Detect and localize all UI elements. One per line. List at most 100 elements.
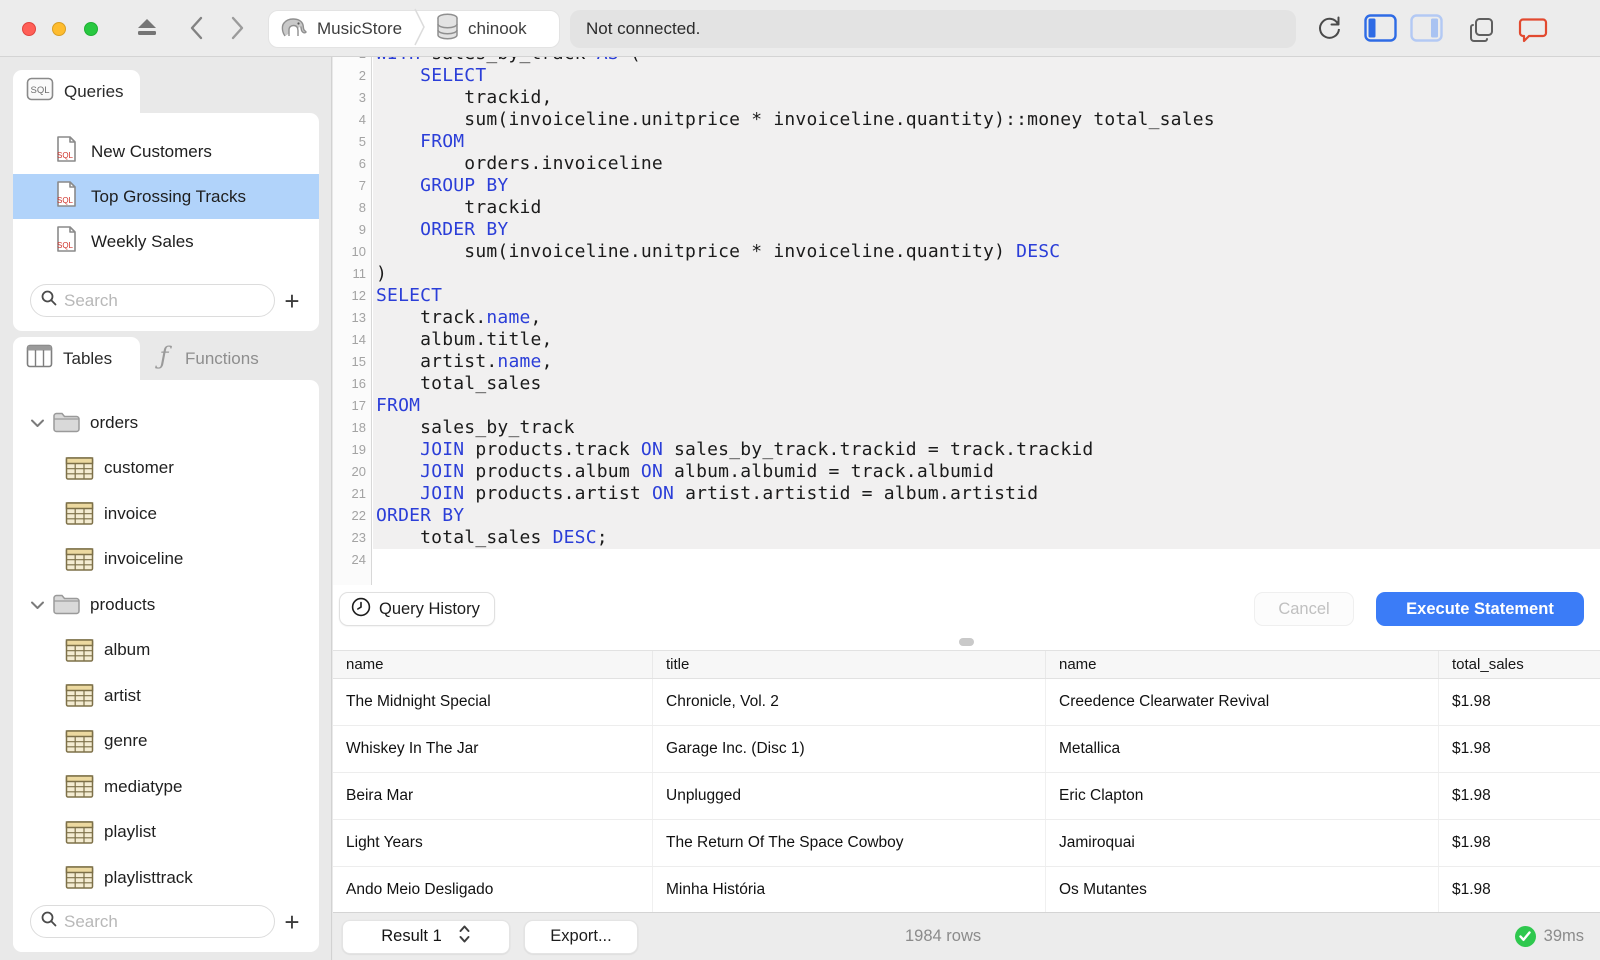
code-line[interactable]: 10 sum(invoiceline.unitprice * invoiceli…: [333, 241, 1600, 263]
results-cell[interactable]: Os Mutantes: [1046, 867, 1439, 912]
breadcrumb-server[interactable]: MusicStore: [279, 13, 402, 45]
code-line[interactable]: 2 SELECT: [333, 65, 1600, 87]
code-line[interactable]: 16 total_sales: [333, 373, 1600, 395]
queries-search-input[interactable]: [64, 290, 274, 311]
code-line[interactable]: 4 sum(invoiceline.unitprice * invoicelin…: [333, 109, 1600, 131]
functions-tab[interactable]: ƒ Functions: [140, 337, 295, 380]
results-cell[interactable]: Garage Inc. (Disc 1): [653, 726, 1046, 772]
add-query-button[interactable]: +: [275, 286, 309, 316]
results-column-header[interactable]: name: [333, 651, 653, 678]
code-line[interactable]: 20 JOIN products.album ON album.albumid …: [333, 461, 1600, 483]
results-cell[interactable]: Eric Clapton: [1046, 773, 1439, 819]
results-cell[interactable]: Unplugged: [653, 773, 1046, 819]
duplicate-window-button[interactable]: [1468, 16, 1496, 44]
results-cell[interactable]: The Midnight Special: [333, 679, 653, 725]
code-line[interactable]: 1 WITH sales_by_track AS (: [333, 57, 1600, 65]
results-row[interactable]: Beira Mar Unplugged Eric Clapton $1.98: [333, 773, 1600, 820]
tables-tab[interactable]: Tables: [13, 337, 140, 380]
tree-table-row[interactable]: album: [13, 628, 319, 674]
back-button[interactable]: [186, 14, 208, 42]
breadcrumb-database[interactable]: chinook: [435, 12, 527, 46]
results-column-header[interactable]: total_sales: [1439, 651, 1600, 678]
code-line[interactable]: 6 orders.invoiceline: [333, 153, 1600, 175]
results-cell[interactable]: $1.98: [1439, 867, 1600, 912]
tree-group-row[interactable]: orders: [13, 400, 319, 446]
code-line[interactable]: 7 GROUP BY: [333, 175, 1600, 197]
feedback-bubble-button[interactable]: [1518, 16, 1548, 44]
execute-statement-button[interactable]: Execute Statement: [1376, 592, 1584, 626]
results-row[interactable]: Ando Meio Desligado Minha História Os Muta…: [333, 867, 1600, 912]
code-line[interactable]: 18 sales_by_track: [333, 417, 1600, 439]
code-line[interactable]: 9 ORDER BY: [333, 219, 1600, 241]
splitter-handle[interactable]: [959, 637, 974, 646]
results-cell[interactable]: $1.98: [1439, 773, 1600, 819]
query-list-item[interactable]: SQL Top Grossing Tracks: [13, 174, 319, 219]
tree-table-row[interactable]: genre: [13, 719, 319, 765]
tables-search-field[interactable]: [30, 905, 275, 938]
results-column-header[interactable]: name: [1046, 651, 1439, 678]
code-line[interactable]: 19 JOIN products.track ON sales_by_track…: [333, 439, 1600, 461]
code-line[interactable]: 15 artist.name,: [333, 351, 1600, 373]
forward-button[interactable]: [226, 14, 248, 42]
code-line[interactable]: 5 FROM: [333, 131, 1600, 153]
results-splitter[interactable]: [333, 633, 1600, 650]
close-window-button[interactable]: [22, 22, 36, 36]
toggle-right-sidebar-button[interactable]: [1410, 14, 1443, 42]
code-line[interactable]: 17 FROM: [333, 395, 1600, 417]
code-line[interactable]: 12 SELECT: [333, 285, 1600, 307]
toggle-left-sidebar-button[interactable]: [1364, 14, 1397, 42]
results-cell[interactable]: Whiskey In The Jar: [333, 726, 653, 772]
code-line[interactable]: 21 JOIN products.artist ON artist.artist…: [333, 483, 1600, 505]
results-row[interactable]: Light Years The Return Of The Space Cowbo…: [333, 820, 1600, 867]
eject-icon[interactable]: [134, 14, 160, 40]
queries-tab[interactable]: SQL Queries: [13, 70, 140, 113]
line-number: 20: [351, 464, 366, 479]
results-cell[interactable]: Minha História: [653, 867, 1046, 912]
line-number: 23: [351, 530, 366, 545]
tree-table-row[interactable]: customer: [13, 446, 319, 492]
results-cell[interactable]: Jamiroquai: [1046, 820, 1439, 866]
code-line[interactable]: 23 total_sales DESC;: [333, 527, 1600, 549]
results-cell[interactable]: The Return Of The Space Cowboy: [653, 820, 1046, 866]
results-column-header[interactable]: title: [653, 651, 1046, 678]
export-button[interactable]: Export...: [524, 919, 638, 954]
refresh-button[interactable]: [1316, 14, 1343, 42]
code-text: GROUP BY: [373, 175, 1600, 197]
tree-table-row[interactable]: invoiceline: [13, 537, 319, 583]
results-cell[interactable]: $1.98: [1439, 726, 1600, 772]
results-cell[interactable]: Light Years: [333, 820, 653, 866]
results-cell[interactable]: Metallica: [1046, 726, 1439, 772]
add-table-button[interactable]: +: [275, 907, 309, 937]
queries-search-field[interactable]: [30, 284, 275, 317]
tree-table-row[interactable]: playlist: [13, 810, 319, 856]
code-line[interactable]: 14 album.title,: [333, 329, 1600, 351]
results-cell[interactable]: Beira Mar: [333, 773, 653, 819]
code-line[interactable]: 22 ORDER BY: [333, 505, 1600, 527]
sql-editor[interactable]: 1WITH sales_by_track AS (2 SELECT3 track…: [333, 57, 1600, 585]
code-line[interactable]: 3 trackid,: [333, 87, 1600, 109]
results-cell[interactable]: Ando Meio Desligado: [333, 867, 653, 912]
minimize-window-button[interactable]: [52, 22, 66, 36]
tables-search-input[interactable]: [64, 911, 274, 932]
results-row[interactable]: The Midnight Special Chronicle, Vol. 2 Cre…: [333, 679, 1600, 726]
code-line[interactable]: 24: [333, 549, 1600, 571]
zoom-window-button[interactable]: [84, 22, 98, 36]
query-list-item[interactable]: SQL New Customers: [13, 129, 319, 174]
results-row[interactable]: Whiskey In The Jar Garage Inc. (Disc 1) Me…: [333, 726, 1600, 773]
cancel-button[interactable]: Cancel: [1254, 592, 1354, 626]
code-line[interactable]: 8 trackid: [333, 197, 1600, 219]
tree-table-row[interactable]: mediatype: [13, 764, 319, 810]
tree-table-row[interactable]: artist: [13, 673, 319, 719]
query-list-item[interactable]: SQL Weekly Sales: [13, 219, 319, 264]
tree-group-row[interactable]: products: [13, 582, 319, 628]
results-cell[interactable]: Chronicle, Vol. 2: [653, 679, 1046, 725]
query-history-button[interactable]: Query History: [339, 592, 495, 626]
results-cell[interactable]: Creedence Clearwater Revival: [1046, 679, 1439, 725]
code-line[interactable]: 13 track.name,: [333, 307, 1600, 329]
results-cell[interactable]: $1.98: [1439, 679, 1600, 725]
results-cell[interactable]: $1.98: [1439, 820, 1600, 866]
search-icon: [41, 911, 57, 932]
code-line[interactable]: 11): [333, 263, 1600, 285]
tree-table-row[interactable]: invoice: [13, 491, 319, 537]
result-selector[interactable]: Result 1: [342, 919, 510, 954]
